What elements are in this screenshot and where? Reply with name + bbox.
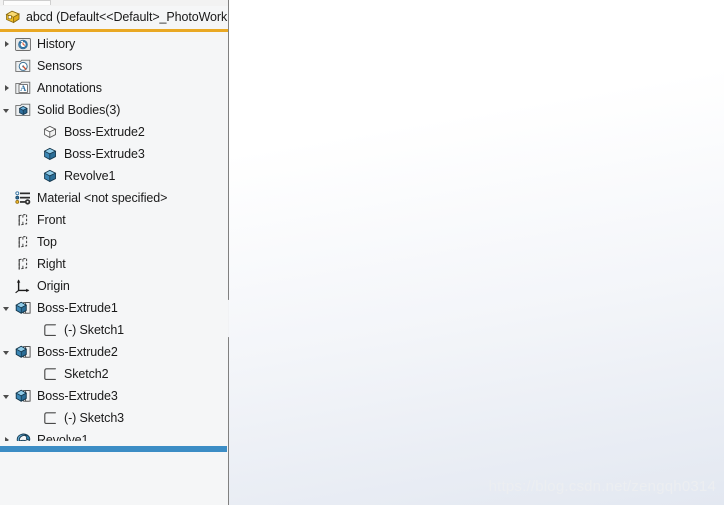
chevron-down-icon[interactable] (0, 297, 14, 319)
plane-icon (14, 211, 32, 229)
tree-node[interactable]: Revolve1 (0, 429, 228, 441)
body-blue-icon (41, 167, 59, 185)
tree-node-label: Annotations (37, 81, 102, 95)
chevron-down-icon[interactable] (0, 385, 14, 407)
document-title-label: abcd (Default<<Default>_PhotoWork (26, 10, 228, 24)
chevron-right-icon[interactable] (0, 429, 14, 441)
tree-node[interactable]: (-) Sketch3 (0, 407, 228, 429)
tree-node-label: Revolve1 (64, 169, 116, 183)
tree-node-label: Boss-Extrude3 (37, 389, 118, 403)
tree-node[interactable]: Top (0, 231, 228, 253)
tree-node-label: Right (37, 257, 66, 271)
tree-node[interactable]: History (0, 33, 228, 55)
feature-tree[interactable]: History Sensors A Annotations Solid Bodies(3… (0, 33, 228, 441)
tree-node-label: Boss-Extrude2 (37, 345, 118, 359)
title-underline-rule (0, 29, 228, 32)
tree-node-label: (-) Sketch3 (64, 411, 125, 425)
origin-icon (14, 277, 32, 295)
graphics-viewport[interactable]: https://blog.csdn.net/zengqh0314 (229, 0, 724, 505)
tree-node[interactable]: A Annotations (0, 77, 228, 99)
solidworks-window: abcd (Default<<Default>_PhotoWork Histor… (0, 0, 724, 505)
tree-node-label: Boss-Extrude3 (64, 147, 145, 161)
extrude-feature-icon (14, 299, 32, 317)
revolve-feature-icon (14, 431, 32, 441)
tree-node[interactable]: Boss-Extrude2 (0, 341, 228, 363)
plane-icon (14, 233, 32, 251)
tree-node[interactable]: Boss-Extrude3 (0, 385, 228, 407)
plane-icon (14, 255, 32, 273)
chevron-right-icon[interactable] (0, 77, 14, 99)
extrude-feature-icon (14, 343, 32, 361)
tree-node[interactable]: Right (0, 253, 228, 275)
chevron-down-icon[interactable] (0, 341, 14, 363)
document-title-row[interactable]: abcd (Default<<Default>_PhotoWork (0, 6, 228, 28)
body-white-icon (41, 123, 59, 141)
tree-node-label: Origin (37, 279, 70, 293)
annotations-icon: A (14, 79, 32, 97)
tree-node[interactable]: Boss-Extrude1 (0, 297, 228, 319)
material-icon (14, 189, 32, 207)
tree-node[interactable]: Origin (0, 275, 228, 297)
solid-bodies-icon (14, 101, 32, 119)
tree-node[interactable]: Front (0, 209, 228, 231)
tree-node-label: Front (37, 213, 66, 227)
tree-node[interactable]: Revolve1 (0, 165, 228, 187)
feature-manager-tab[interactable] (3, 0, 51, 5)
history-icon (14, 35, 32, 53)
tree-node-label: Solid Bodies(3) (37, 103, 121, 117)
tree-node[interactable]: Sketch2 (0, 363, 228, 385)
sketch-icon (41, 365, 59, 383)
extrude-feature-icon (14, 387, 32, 405)
sketch-icon (41, 409, 59, 427)
tree-empty-area (0, 452, 227, 505)
feature-manager-panel: abcd (Default<<Default>_PhotoWork Histor… (0, 0, 229, 505)
tree-node-label: (-) Sketch1 (64, 323, 125, 337)
chevron-down-icon[interactable] (0, 99, 14, 121)
tree-node-label: Boss-Extrude2 (64, 125, 145, 139)
tree-node-label: Revolve1 (37, 433, 89, 441)
tree-node-label: Boss-Extrude1 (37, 301, 118, 315)
tree-node-label: Material <not specified> (37, 191, 168, 205)
tree-node[interactable]: Boss-Extrude2 (0, 121, 228, 143)
svg-text:A: A (20, 83, 27, 93)
tree-node-label: Sensors (37, 59, 83, 73)
tree-node[interactable]: Material <not specified> (0, 187, 228, 209)
part-document-icon (4, 8, 22, 26)
body-blue-icon (41, 145, 59, 163)
tree-node-label: Top (37, 235, 57, 249)
sensors-icon (14, 57, 32, 75)
tree-node[interactable]: (-) Sketch1 (0, 319, 228, 341)
tree-node[interactable]: Solid Bodies(3) (0, 99, 228, 121)
tree-node-label: Sketch2 (64, 367, 109, 381)
tree-node[interactable]: Sensors (0, 55, 228, 77)
sketch-icon (41, 321, 59, 339)
tree-node[interactable]: Boss-Extrude3 (0, 143, 228, 165)
watermark-text: https://blog.csdn.net/zengqh0314 (488, 478, 716, 495)
tree-node-label: History (37, 37, 76, 51)
chevron-right-icon[interactable] (0, 33, 14, 55)
